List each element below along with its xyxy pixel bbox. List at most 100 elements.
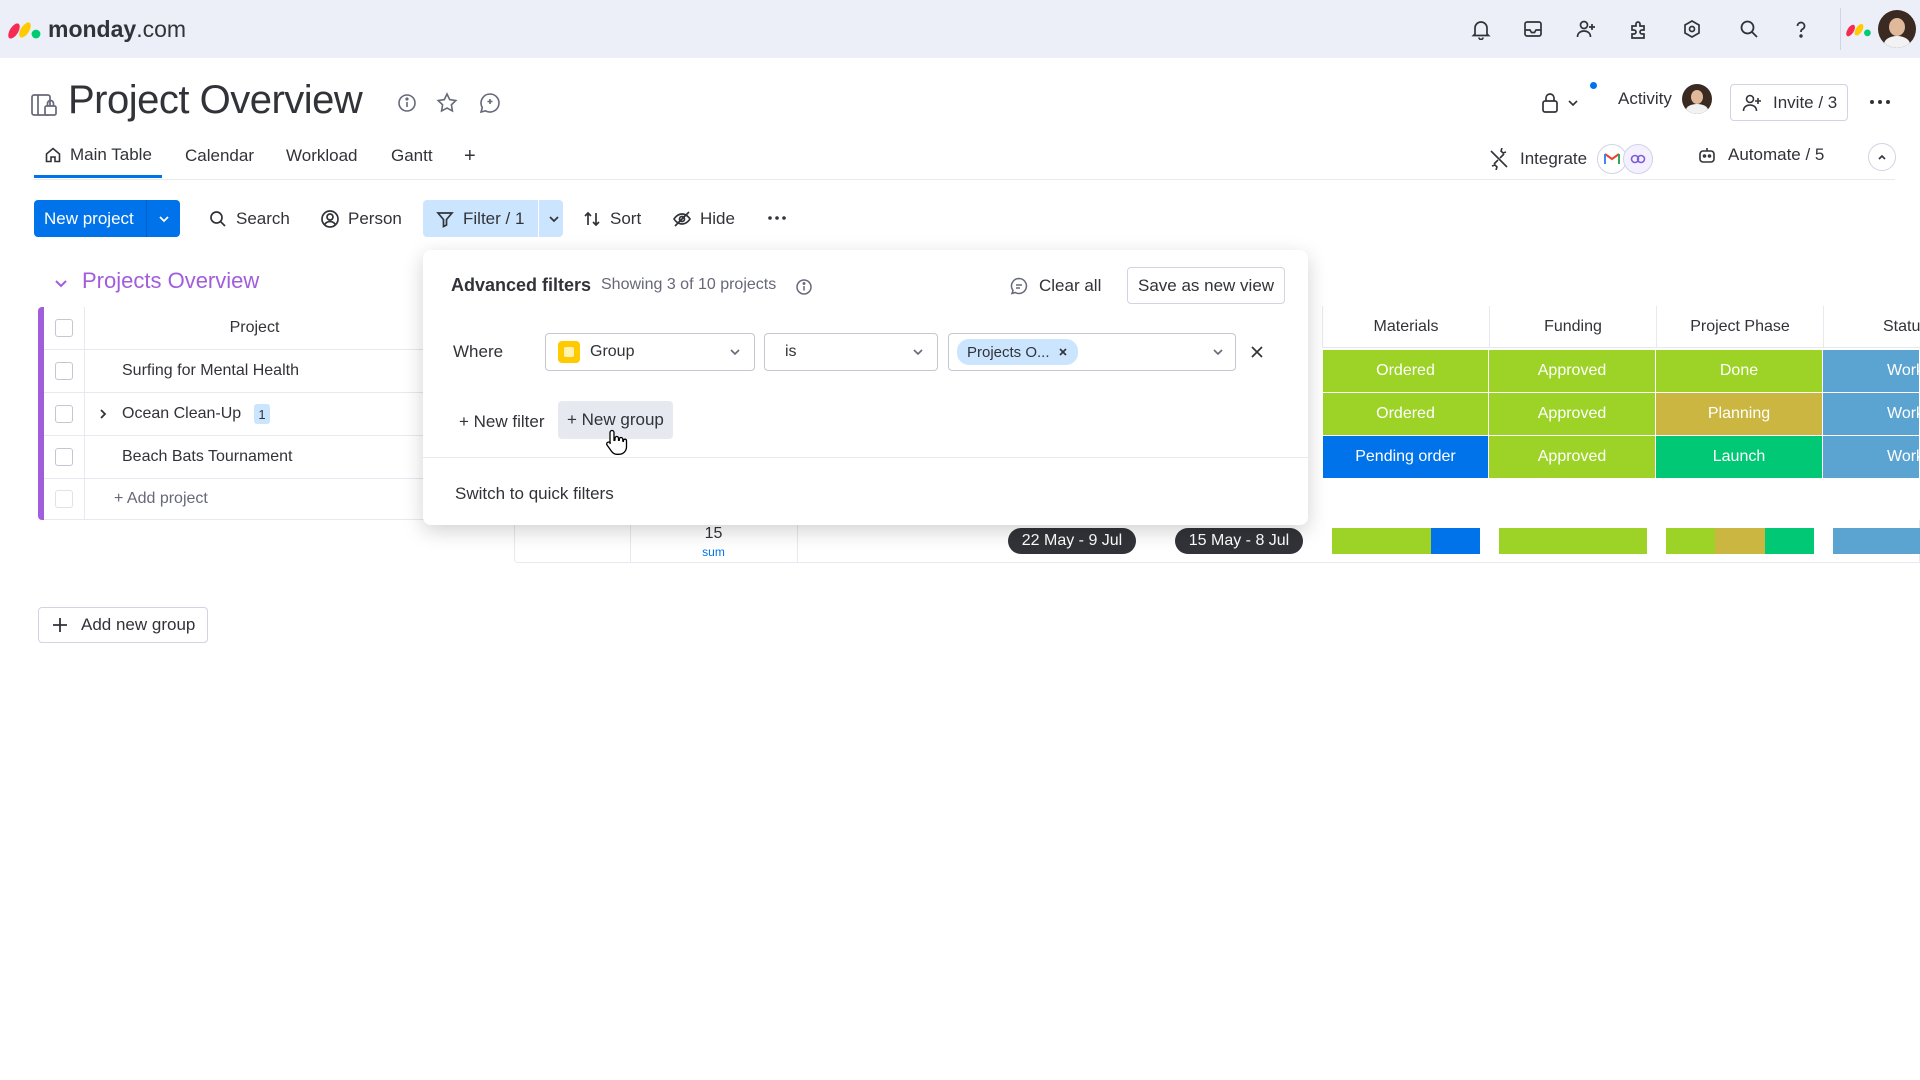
invite-button[interactable]: Invite / 3	[1730, 84, 1849, 121]
tab-gantt[interactable]: Gantt	[391, 134, 433, 178]
updates-icon[interactable]	[478, 91, 502, 115]
filter-button[interactable]: Filter / 1	[423, 200, 563, 237]
status-distribution-bar[interactable]	[1833, 528, 1920, 554]
hide-columns-button[interactable]: Hide	[662, 200, 745, 237]
add-new-group-button[interactable]: Add new group	[38, 607, 209, 643]
select-all-checkbox[interactable]	[55, 319, 73, 337]
item-name[interactable]: Beach Bats Tournament	[122, 448, 292, 466]
status-cell[interactable]: Working	[1823, 393, 1920, 435]
column-header-materials[interactable]: Materials	[1322, 306, 1489, 348]
group-collapse-icon[interactable]	[52, 274, 70, 292]
filter-count: Showing 3 of 10 projects	[601, 276, 777, 293]
help-icon[interactable]	[1786, 14, 1816, 44]
expand-subitems-icon[interactable]	[96, 407, 110, 421]
monday-switcher-icon[interactable]	[1846, 20, 1872, 38]
activity-button[interactable]: Activity	[1618, 84, 1712, 114]
select-all-cell[interactable]	[44, 307, 84, 350]
timeline-summary-pill[interactable]: 15 May - 8 Jul	[1175, 528, 1303, 554]
bell-icon[interactable]	[1466, 14, 1496, 44]
collapse-header-button[interactable]	[1868, 143, 1896, 171]
search-button[interactable]: Search	[198, 200, 300, 237]
group-title[interactable]: Projects Overview	[82, 268, 259, 294]
invite-members-icon[interactable]	[1571, 14, 1601, 44]
tab-calendar[interactable]: Calendar	[185, 134, 254, 178]
board-permissions[interactable]	[1540, 92, 1580, 114]
new-filter-button[interactable]: + New filter	[459, 408, 545, 436]
materials-status-cell[interactable]: Ordered	[1323, 393, 1489, 435]
phase-status-cell[interactable]: Done	[1656, 350, 1823, 392]
phase-distribution-bar[interactable]	[1666, 528, 1814, 554]
clear-all-button[interactable]: Clear all	[1039, 274, 1101, 298]
status-cell[interactable]: Working	[1823, 350, 1920, 392]
summary-function[interactable]: sum	[630, 545, 797, 559]
more-toolbar-icon[interactable]	[766, 213, 788, 223]
chevron-down-icon[interactable]	[547, 212, 561, 226]
automate-button[interactable]: Automate / 5	[1696, 144, 1824, 166]
search-icon[interactable]	[1734, 14, 1764, 44]
table-row[interactable]: Beach Bats Tournament	[44, 436, 424, 479]
column-header-funding[interactable]: Funding	[1489, 306, 1656, 348]
apps-puzzle-icon[interactable]	[1624, 14, 1654, 44]
chevron-down-icon	[1213, 349, 1223, 356]
funding-status-cell[interactable]: Approved	[1489, 350, 1656, 392]
person-filter-button[interactable]: Person	[310, 200, 412, 237]
status-cell[interactable]: Working	[1823, 436, 1920, 478]
filter-label: Filter / 1	[463, 208, 525, 228]
marketplace-icon[interactable]	[1677, 14, 1707, 44]
column-header-project[interactable]: Project	[84, 307, 424, 350]
add-item-input[interactable]: + Add project	[114, 490, 208, 508]
phase-status-cell[interactable]: Launch	[1656, 436, 1823, 478]
filter-column-select[interactable]: Group	[545, 333, 755, 371]
new-project-label: New project	[44, 208, 134, 228]
timeline-summary-pill[interactable]: 22 May - 9 Jul	[1008, 528, 1136, 554]
materials-status-cell[interactable]: Ordered	[1323, 350, 1489, 392]
table-row[interactable]: Ocean Clean-Up 1	[44, 393, 424, 436]
popup-divider	[423, 457, 1308, 458]
advanced-filters-popup: Advanced filters Showing 3 of 10 project…	[423, 250, 1308, 525]
phase-status-cell[interactable]: Planning	[1656, 393, 1823, 435]
materials-status-cell[interactable]: Pending order	[1323, 436, 1489, 478]
new-project-dropdown[interactable]	[147, 212, 180, 226]
column-header-status[interactable]: Statu	[1823, 306, 1920, 348]
funding-distribution-bar[interactable]	[1499, 528, 1647, 554]
table-row[interactable]: Surfing for Mental Health	[44, 350, 424, 393]
add-item-row[interactable]: + Add project	[44, 479, 424, 520]
materials-distribution-bar[interactable]	[1332, 528, 1480, 554]
star-icon[interactable]	[435, 91, 459, 115]
switch-to-quick-filters-button[interactable]: Switch to quick filters	[455, 480, 614, 508]
chevron-down-icon	[913, 349, 923, 356]
column-header-project-phase[interactable]: Project Phase	[1656, 306, 1823, 348]
person-icon	[321, 209, 339, 228]
funding-status-cell[interactable]: Approved	[1489, 436, 1656, 478]
monday-logo[interactable]	[8, 18, 42, 40]
close-icon[interactable]	[1058, 347, 1068, 357]
plus-icon	[53, 618, 67, 632]
where-label: Where	[453, 342, 504, 361]
row-checkbox[interactable]	[55, 405, 73, 423]
info-icon[interactable]	[396, 92, 418, 114]
info-icon[interactable]	[795, 278, 813, 296]
more-options-icon[interactable]	[1868, 96, 1892, 108]
filter-value-chip[interactable]: Projects O...	[957, 339, 1078, 365]
inbox-icon[interactable]	[1518, 14, 1548, 44]
save-as-new-view-button[interactable]: Save as new view	[1127, 267, 1286, 304]
row-checkbox[interactable]	[55, 362, 73, 380]
filter-condition-select[interactable]: is	[764, 333, 938, 371]
add-view-button[interactable]: +	[464, 134, 476, 178]
page-title[interactable]: Project Overview	[68, 78, 363, 123]
new-project-button[interactable]: New project	[34, 200, 180, 237]
sort-button[interactable]: Sort	[572, 200, 651, 237]
remove-filter-icon[interactable]	[1249, 344, 1265, 360]
subitems-count-badge[interactable]: 1	[254, 404, 270, 424]
funding-status-cell[interactable]: Approved	[1489, 393, 1656, 435]
integrate-button[interactable]: Integrate	[1488, 144, 1654, 174]
item-name[interactable]: Surfing for Mental Health	[122, 362, 299, 380]
tab-main-table[interactable]: Main Table	[34, 134, 162, 178]
tab-workload[interactable]: Workload	[286, 134, 358, 178]
integrate-label: Integrate	[1520, 149, 1588, 168]
row-checkbox[interactable]	[55, 448, 73, 466]
user-avatar[interactable]	[1878, 10, 1916, 48]
feedback-icon[interactable]	[1009, 276, 1029, 296]
item-name[interactable]: Ocean Clean-Up	[122, 405, 241, 423]
filter-value-select[interactable]: Projects O...	[948, 333, 1236, 371]
